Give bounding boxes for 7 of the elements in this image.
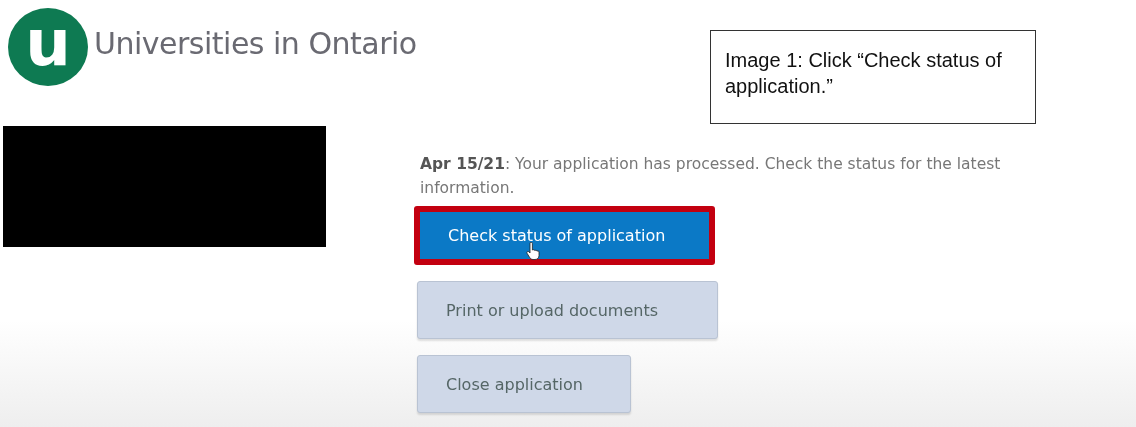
logo-icon: u <box>8 8 88 86</box>
action-button[interactable]: Check status of application <box>414 206 715 265</box>
action-button[interactable]: Close application <box>417 355 631 413</box>
annotation-note: Image 1: Click “Check status of application.” <box>710 30 1036 124</box>
site-title: Universities in Ontario <box>94 25 417 61</box>
status-message: Apr 15/21: Your application has processed. Check the status for the latest information. <box>420 154 1002 199</box>
action-button[interactable]: Print or upload documents <box>417 281 718 339</box>
